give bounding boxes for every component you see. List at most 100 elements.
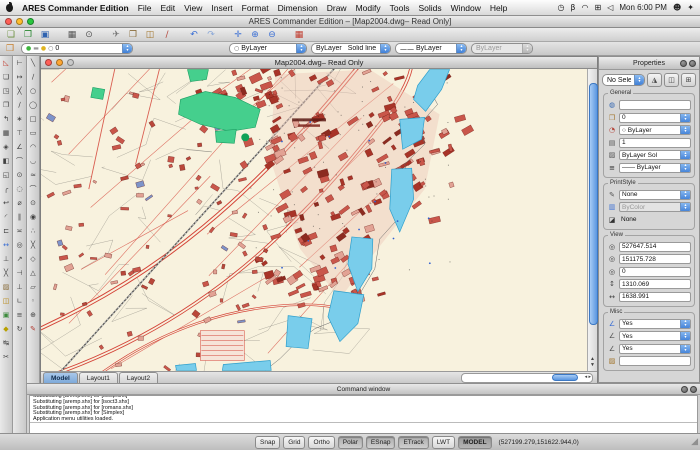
apple-menu-icon[interactable] [6, 1, 13, 12]
tool-icon-col1-17[interactable]: ◫ [0, 294, 12, 308]
tool-icon-col2-18[interactable]: ≡ [13, 308, 26, 322]
lineweight-select[interactable]: —— ByLayer ▲ ▼ [619, 162, 691, 173]
view-width-field[interactable]: 1638.991 [619, 291, 691, 302]
redo-icon[interactable]: ↷ [204, 29, 218, 41]
tool-icon-col1-6[interactable]: ◈ [0, 140, 12, 154]
linescale-field[interactable]: 1 [619, 137, 691, 148]
entity-brush-icon[interactable]: ∕ [160, 29, 174, 41]
vertical-scrollbar[interactable]: ▲ ▼ [587, 69, 599, 371]
tool-icon-col1-4[interactable]: ↰ [0, 112, 12, 126]
tool-icon-col3-19[interactable]: ✎ [27, 322, 39, 336]
horizontal-scrollbar[interactable]: ◂ ▸ [461, 372, 593, 383]
save-icon[interactable]: ▣ [38, 29, 52, 41]
command-collapse-button[interactable] [681, 385, 688, 393]
select-entities-button[interactable]: ◮ [647, 73, 662, 87]
new-file-icon[interactable]: ❏ [4, 29, 18, 41]
tool-icon-col3-11[interactable]: ◉ [27, 210, 39, 224]
tool-icon-col3-18[interactable]: ⊕ [27, 308, 39, 322]
status-esnap-button[interactable]: ESnap [365, 435, 396, 449]
selection-dropdown[interactable]: No Selection ▲▼ [602, 74, 645, 86]
menu-insert[interactable]: Insert [211, 3, 232, 13]
tool-icon-col2-10[interactable]: ⌀ [13, 196, 26, 210]
tool-icon-col2-17[interactable]: ∟ [13, 294, 26, 308]
command-history[interactable]: Substituting [aremp.shx] for [isocp.shx]… [29, 395, 698, 434]
misc-extra-field[interactable] [619, 356, 691, 366]
pan-icon[interactable]: ✛ [231, 29, 245, 41]
tool-icon-col2-6[interactable]: ∠ [13, 140, 26, 154]
command-input-field[interactable] [30, 422, 697, 433]
vertical-scroll-thumb[interactable] [589, 83, 599, 325]
tool-icon-col1-14[interactable]: ⊥ [0, 252, 12, 266]
layer-select[interactable]: 0 ▲ ▼ [619, 112, 691, 123]
tool-icon-col2-12[interactable]: ≍ [13, 224, 26, 238]
linestyle-dropdown[interactable]: ByLayer Solid line ▲ ▼ [311, 43, 391, 54]
view-height-field[interactable]: 1310.069 [619, 279, 691, 289]
map-drawing-canvas[interactable] [41, 69, 588, 371]
tool-icon-col1-5[interactable]: ▦ [0, 126, 12, 140]
layer-manager-icon[interactable]: ❒ [3, 43, 17, 55]
print-preview-icon[interactable]: ⊙ [82, 29, 96, 41]
tool-icon-col1-18[interactable]: ▣ [0, 308, 12, 322]
app-window-titlebar[interactable]: ARES Commander Edition – [Map2004.dwg– R… [0, 16, 700, 28]
tool-icon-col2-3[interactable]: ∕ [13, 98, 26, 112]
bluetooth-icon[interactable]: β [570, 3, 575, 12]
status-model-button[interactable]: MODEL [458, 435, 492, 449]
tool-icon-col1-15[interactable]: ╳ [0, 266, 12, 280]
color-dropdown[interactable]: ○ ByLayer ▲ ▼ [229, 43, 307, 54]
tool-icon-col2-7[interactable]: ⌒ [13, 154, 26, 168]
command-close-button[interactable] [690, 385, 697, 393]
tool-icon-col1-1[interactable]: ❏ [0, 70, 12, 84]
color-select[interactable]: ○ ByLayer ▲ ▼ [619, 125, 691, 135]
tool-icon-col1-2[interactable]: ◳ [0, 84, 12, 98]
menu-help[interactable]: Help [490, 3, 507, 13]
ucs-icon-select[interactable]: Yes ▲ ▼ [619, 318, 691, 329]
ucs-origin-select[interactable]: Yes ▲ ▼ [619, 331, 691, 341]
tool-icon-col1-0[interactable]: ◺ [0, 56, 12, 70]
printstyle-select[interactable]: None ▲ ▼ [619, 189, 691, 200]
tool-icon-col2-15[interactable]: ⊣ [13, 266, 26, 280]
menu-tools[interactable]: Tools [390, 3, 410, 13]
horizontal-scroll-thumb[interactable] [552, 373, 578, 381]
app-menu-title[interactable]: ARES Commander Edition [22, 3, 129, 13]
paste-icon[interactable]: ◫ [143, 29, 157, 41]
tool-icon-col3-9[interactable]: ⌒ [27, 182, 39, 196]
tool-icon-col3-6[interactable]: ◠ [27, 140, 39, 154]
tool-icon-col2-14[interactable]: ↗ [13, 252, 26, 266]
tool-icon-col3-15[interactable]: △ [27, 266, 39, 280]
panel-collapse-button[interactable] [680, 59, 687, 67]
undo-icon[interactable]: ↶ [187, 29, 201, 41]
tool-icon-col3-13[interactable]: ╳ [27, 238, 39, 252]
clock-icon[interactable]: ◷ [557, 3, 564, 12]
tool-icon-col3-0[interactable]: ╲ [27, 56, 39, 70]
tool-icon-col1-21[interactable]: ✂ [0, 350, 12, 364]
wifi-icon[interactable]: ◠ [582, 3, 589, 12]
tool-icon-col2-13[interactable]: ◎ [13, 238, 26, 252]
tool-icon-col1-9[interactable]: ╭ [0, 182, 12, 196]
menu-clock[interactable]: Mon 6:00 PM [619, 3, 667, 12]
tool-icon-col1-10[interactable]: ↩ [0, 196, 12, 210]
quick-select-button[interactable]: ◫ [664, 73, 679, 87]
status-etrack-button[interactable]: ETrack [398, 435, 429, 449]
menu-window[interactable]: Window [451, 3, 481, 13]
menu-solids[interactable]: Solids [418, 3, 441, 13]
tool-icon-col3-2[interactable]: ○ [27, 84, 39, 98]
user-icon[interactable]: ☻ [673, 3, 681, 12]
zoom-out-icon[interactable]: ⊖ [265, 29, 279, 41]
tool-icon-col1-13[interactable]: ↔ [0, 238, 12, 252]
tool-icon-col2-16[interactable]: ⊥ [13, 280, 26, 294]
tool-icon-col1-12[interactable]: ⊏ [0, 224, 12, 238]
ucs-viewport-select[interactable]: Yes ▲ ▼ [619, 343, 691, 354]
print-icon[interactable]: ▦ [65, 29, 79, 41]
tool-icon-col2-1[interactable]: ↦ [13, 70, 26, 84]
tool-icon-col2-5[interactable]: ⊤ [13, 126, 26, 140]
tab-layout1[interactable]: Layout1 [78, 372, 118, 383]
properties-panel-header[interactable]: Properties [599, 57, 699, 70]
status-grid-button[interactable]: Grid [283, 435, 306, 449]
hscroll-arrows-icon[interactable]: ◂ ▸ [585, 374, 591, 381]
tool-icon-col2-9[interactable]: ◌ [13, 182, 26, 196]
status-polar-button[interactable]: Polar [337, 435, 363, 449]
status-ortho-button[interactable]: Ortho [308, 435, 335, 449]
tool-icon-col3-4[interactable]: □ [27, 112, 39, 126]
spotlight-icon[interactable]: ✦ [687, 3, 694, 12]
tool-icon-col1-19[interactable]: ◆ [0, 322, 12, 336]
